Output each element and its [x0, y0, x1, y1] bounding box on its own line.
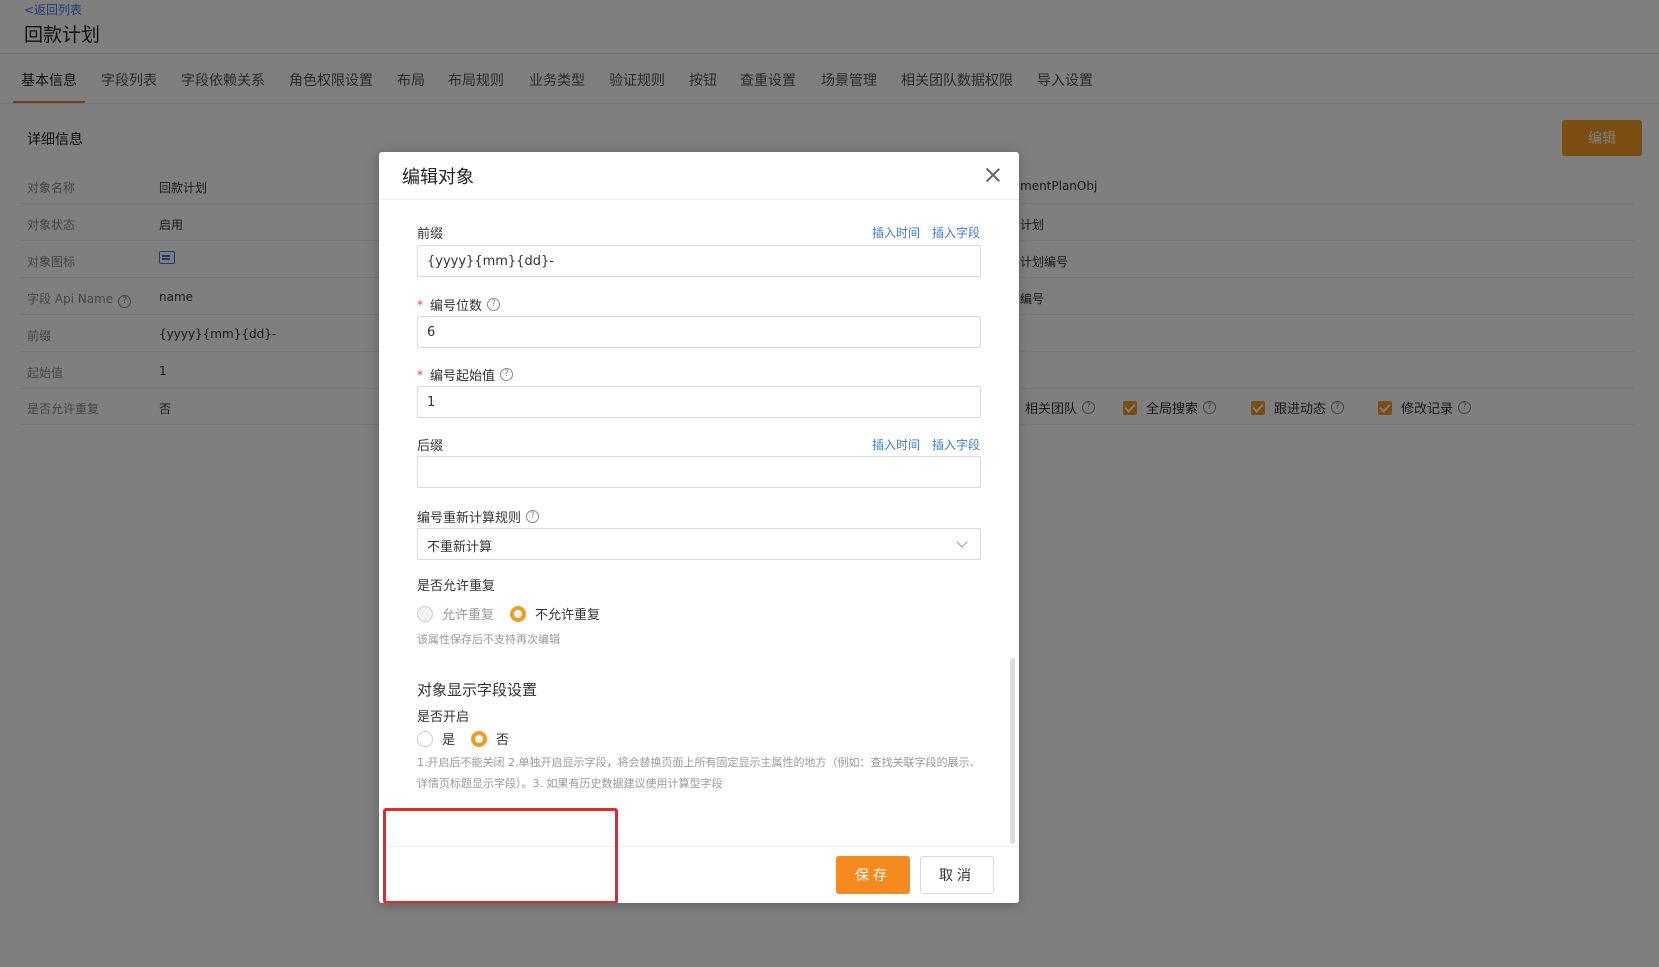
- chevron-down-icon: [956, 536, 968, 548]
- dialog-header: 编辑对象: [379, 152, 1019, 200]
- digits-label-text: 编号位数: [430, 299, 483, 314]
- radio-allow-duplicate-label: 允许重复: [442, 608, 495, 623]
- suffix-input[interactable]: [417, 456, 981, 488]
- help-icon[interactable]: ?: [500, 368, 514, 381]
- radio-no[interactable]: [471, 730, 488, 747]
- duplicate-hint: 该属性保存后不支持再次编辑: [417, 633, 560, 646]
- allow-duplicate-label: 是否允许重复: [417, 579, 496, 594]
- radio-disallow-duplicate-label: 不允许重复: [535, 608, 601, 623]
- radio-yes-label: 是: [442, 733, 456, 748]
- prefix-insert-time-link[interactable]: 插入时间: [872, 224, 920, 241]
- recalc-rule-select[interactable]: 不重新计算: [417, 528, 981, 560]
- display-field-hint: 1.开启后不能关闭 2.单独开启显示字段，将会替换页面上所有固定显示主属性的地方…: [417, 756, 981, 790]
- edit-object-dialog: 编辑对象 前缀 插入时间 插入字段 * 编号位数? * 编号起始值? 后缀 插入时间…: [379, 152, 1019, 903]
- enable-label: 是否开启: [417, 710, 470, 725]
- start-value-label: * 编号起始值?: [417, 365, 514, 384]
- required-mark: *: [417, 367, 423, 382]
- allow-duplicate-radio-group: 允许重复 不允许重复: [417, 604, 616, 623]
- digits-label: * 编号位数?: [417, 295, 501, 314]
- radio-allow-duplicate[interactable]: [417, 605, 433, 622]
- prefix-insert-field-link[interactable]: 插入字段: [932, 224, 980, 241]
- save-button[interactable]: 保存: [836, 856, 910, 894]
- start-value-label-text: 编号起始值: [430, 369, 496, 384]
- radio-yes[interactable]: [417, 730, 433, 747]
- required-mark: *: [417, 297, 423, 312]
- recalc-rule-value: 不重新计算: [427, 540, 493, 555]
- cancel-button[interactable]: 取消: [920, 856, 994, 894]
- help-icon[interactable]: ?: [526, 510, 540, 523]
- suffix-label: 后缀: [417, 439, 444, 454]
- prefix-label: 前缀: [417, 227, 444, 242]
- scrollbar-thumb[interactable]: [1010, 658, 1015, 844]
- prefix-input[interactable]: [417, 245, 981, 277]
- dialog-title: 编辑对象: [402, 167, 474, 188]
- radio-disallow-duplicate[interactable]: [510, 605, 527, 622]
- recalc-rule-label-text: 编号重新计算规则: [417, 511, 522, 526]
- recalc-rule-label: 编号重新计算规则?: [417, 507, 540, 526]
- start-value-input[interactable]: [417, 386, 981, 418]
- radio-no-label: 否: [496, 733, 510, 748]
- close-icon[interactable]: [983, 165, 1003, 185]
- highlight-annotation-box: [383, 808, 618, 903]
- suffix-insert-time-link[interactable]: 插入时间: [872, 436, 920, 453]
- enable-radio-group: 是 否: [417, 729, 525, 748]
- suffix-insert-field-link[interactable]: 插入字段: [932, 436, 980, 453]
- dialog-body: 前缀 插入时间 插入字段 * 编号位数? * 编号起始值? 后缀 插入时间 插入字段…: [379, 201, 1019, 846]
- help-icon[interactable]: ?: [487, 298, 501, 311]
- display-field-title: 对象显示字段设置: [417, 681, 538, 699]
- digits-input[interactable]: [417, 316, 981, 348]
